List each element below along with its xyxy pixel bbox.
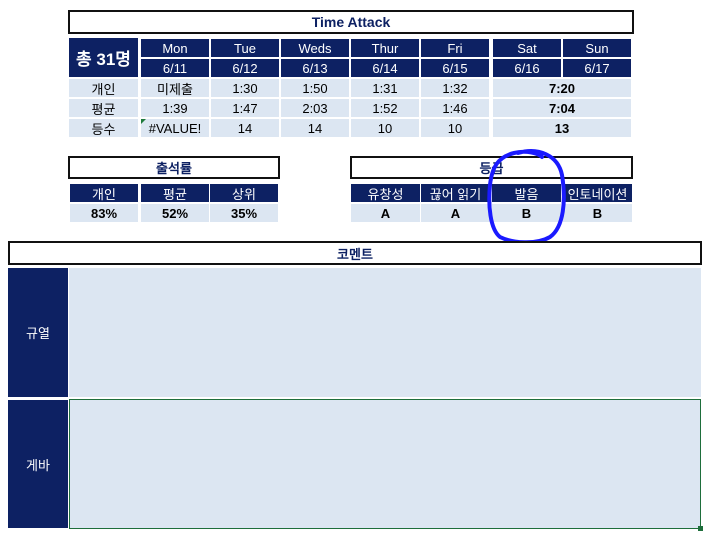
time-cell[interactable]: 2:03 xyxy=(281,99,349,117)
comment-cell-1[interactable] xyxy=(69,268,701,397)
time-cell[interactable]: 14 xyxy=(281,119,349,137)
error-indicator-icon xyxy=(141,119,146,124)
date-header-1[interactable]: 6/12 xyxy=(211,59,279,77)
date-header-2[interactable]: 6/13 xyxy=(281,59,349,77)
time-cell[interactable]: 1:39 xyxy=(141,99,209,117)
total-count-cell[interactable]: 총 31명 xyxy=(69,38,138,77)
date-header-4[interactable]: 6/15 xyxy=(421,59,489,77)
time-cell[interactable]: 1:47 xyxy=(211,99,279,117)
grade-value-1[interactable]: A xyxy=(421,204,490,222)
time-cell[interactable]: 1:50 xyxy=(281,79,349,97)
time-cell[interactable]: 10 xyxy=(421,119,489,137)
date-header-6[interactable]: 6/17 xyxy=(563,59,631,77)
row-label-1[interactable]: 평균 xyxy=(69,99,138,117)
error-value: #VALUE! xyxy=(148,120,202,136)
grade-value-0[interactable]: A xyxy=(351,204,420,222)
date-header-5[interactable]: 6/16 xyxy=(493,59,561,77)
date-header-0[interactable]: 6/11 xyxy=(141,59,209,77)
weekend-cell[interactable]: 7:20 xyxy=(493,79,631,97)
day-header-4[interactable]: Fri xyxy=(421,39,489,57)
date-header-3[interactable]: 6/14 xyxy=(351,59,419,77)
attendance-value-2[interactable]: 35% xyxy=(210,204,278,222)
time-cell[interactable]: 1:52 xyxy=(351,99,419,117)
grade-header-0[interactable]: 유창성 xyxy=(351,184,420,202)
attendance-title: 출석률 xyxy=(68,156,280,179)
attendance-value-0[interactable]: 83% xyxy=(70,204,138,222)
time-cell[interactable]: 1:46 xyxy=(421,99,489,117)
comment-title: 코멘트 xyxy=(8,241,702,265)
day-header-1[interactable]: Tue xyxy=(211,39,279,57)
attendance-header-2[interactable]: 상위 xyxy=(210,184,278,202)
comment-cell-2-selected[interactable] xyxy=(69,399,701,529)
grade-header-3[interactable]: 인토네이션 xyxy=(563,184,632,202)
time-cell[interactable]: 14 xyxy=(211,119,279,137)
time-cell[interactable]: 10 xyxy=(351,119,419,137)
day-header-2[interactable]: Weds xyxy=(281,39,349,57)
comment-label-1: 규열 xyxy=(8,268,68,397)
time-attack-title: Time Attack xyxy=(68,10,634,34)
selection-fill-handle[interactable] xyxy=(698,526,703,531)
day-header-5[interactable]: Sat xyxy=(493,39,561,57)
grade-header-1[interactable]: 끊어 읽기 xyxy=(421,184,490,202)
grade-header-2[interactable]: 발음 xyxy=(492,184,561,202)
row-label-0[interactable]: 개인 xyxy=(69,79,138,97)
attendance-header-0[interactable]: 개인 xyxy=(70,184,138,202)
time-cell[interactable]: #VALUE! xyxy=(141,119,209,137)
time-cell[interactable]: 1:32 xyxy=(421,79,489,97)
weekend-cell[interactable]: 7:04 xyxy=(493,99,631,117)
time-cell[interactable]: 1:30 xyxy=(211,79,279,97)
grade-value-2[interactable]: B xyxy=(492,204,561,222)
weekend-cell[interactable]: 13 xyxy=(493,119,631,137)
time-cell[interactable]: 미제출 xyxy=(141,79,209,97)
comment-label-2: 게바 xyxy=(8,400,68,528)
grade-title: 등급 xyxy=(350,156,633,179)
day-header-3[interactable]: Thur xyxy=(351,39,419,57)
day-header-6[interactable]: Sun xyxy=(563,39,631,57)
row-label-2[interactable]: 등수 xyxy=(69,119,138,137)
attendance-header-1[interactable]: 평균 xyxy=(141,184,209,202)
grade-value-3[interactable]: B xyxy=(563,204,632,222)
attendance-value-1[interactable]: 52% xyxy=(141,204,209,222)
day-header-0[interactable]: Mon xyxy=(141,39,209,57)
time-cell[interactable]: 1:31 xyxy=(351,79,419,97)
